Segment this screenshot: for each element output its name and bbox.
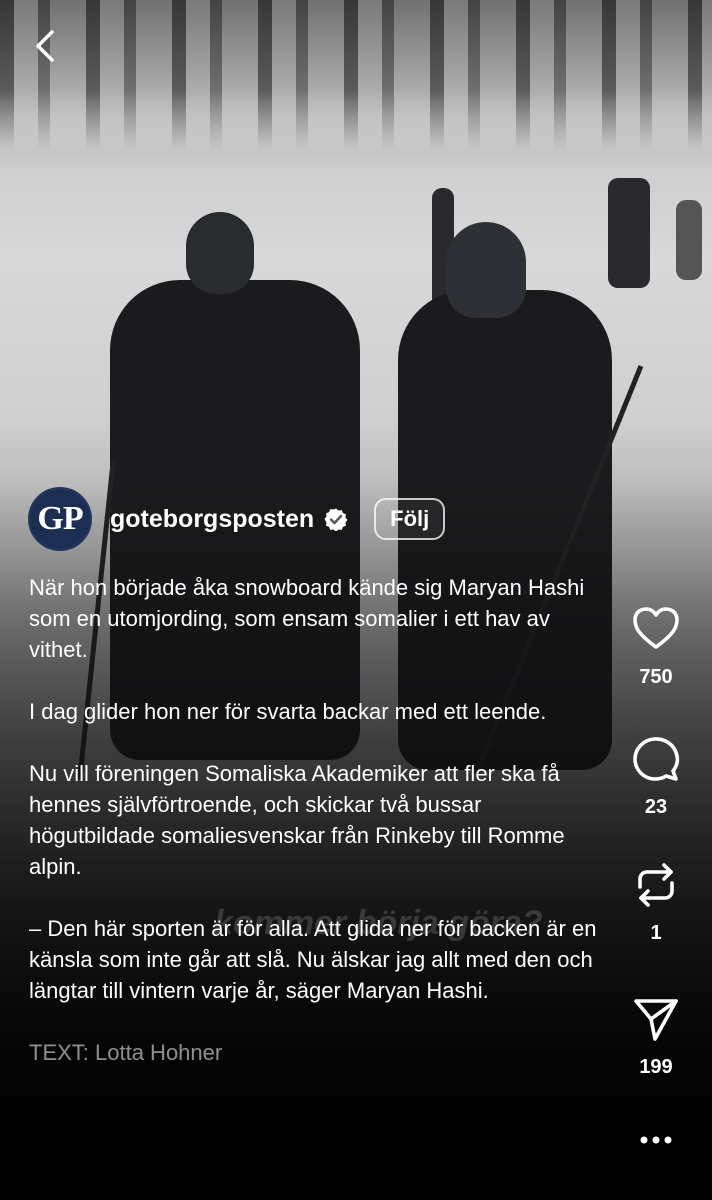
repost-icon: [638, 863, 674, 907]
caption-credit: TEXT: Lotta Hohner: [29, 1040, 223, 1065]
repost-count: 1: [650, 922, 662, 944]
post-header: GP goteborgsposten Följ: [28, 487, 446, 551]
comment-bubble-icon: [633, 737, 680, 781]
repost-button[interactable]: 1: [620, 860, 692, 945]
verified-badge-icon: [324, 508, 348, 531]
paper-plane-icon: [634, 999, 678, 1041]
comment-count: 23: [644, 796, 668, 818]
avatar[interactable]: GP: [28, 487, 92, 551]
share-button[interactable]: 199: [620, 994, 692, 1079]
comment-button[interactable]: 23: [620, 734, 692, 819]
more-dots-icon: [640, 1136, 672, 1144]
follow-button[interactable]: Följ: [374, 498, 446, 540]
reel-screen: kommer börja göra? GP goteborgsposten Fö…: [0, 0, 712, 1200]
like-button[interactable]: 750: [620, 604, 692, 689]
chevron-left-icon: [36, 30, 54, 62]
like-count: 750: [639, 666, 673, 688]
share-count: 199: [639, 1056, 673, 1078]
caption-paragraph: När hon började åka snowboard kände sig …: [29, 575, 585, 662]
more-options-button[interactable]: [620, 1130, 692, 1150]
caption-paragraph: I dag glider hon ner för svarta backar m…: [29, 699, 547, 724]
caption-paragraph: Nu vill föreningen Somaliska Akademiker …: [29, 761, 565, 879]
account-username[interactable]: goteborgsposten: [110, 505, 314, 534]
caption-paragraph: – Den här sporten är för alla. Att glida…: [29, 916, 597, 1003]
back-button[interactable]: [28, 26, 68, 66]
post-caption[interactable]: När hon började åka snowboard kände sig …: [29, 572, 609, 1099]
heart-icon: [633, 607, 679, 649]
